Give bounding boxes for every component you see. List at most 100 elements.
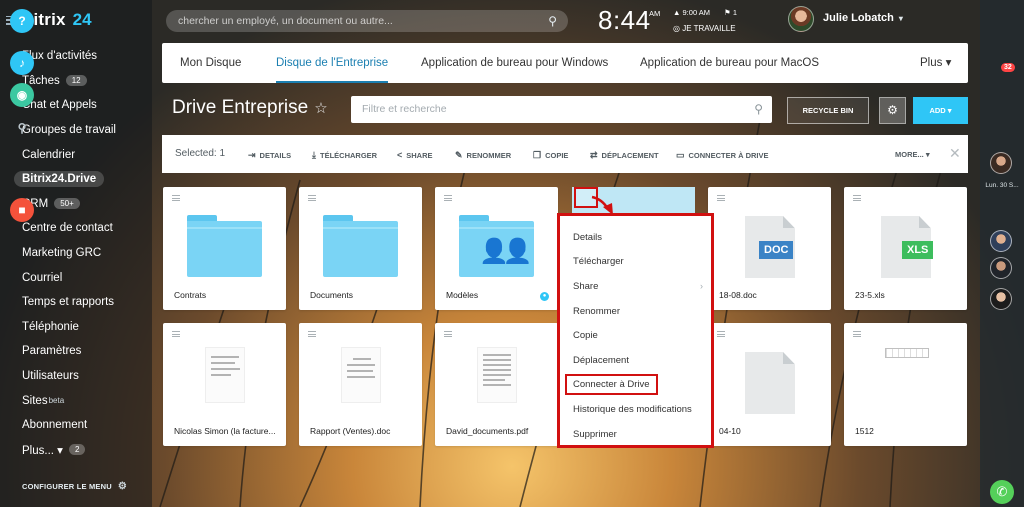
video-icon: ■ xyxy=(18,203,26,217)
card-menu-icon[interactable] xyxy=(853,195,861,201)
rename-action[interactable]: ✎ RENOMMER xyxy=(455,150,511,161)
flag-counter[interactable]: ⚑ 1 xyxy=(724,8,737,17)
search-icon[interactable]: ⚲ xyxy=(548,14,557,28)
filter-search-input[interactable]: Filtre et recherche ⚲ xyxy=(351,96,772,123)
search-icon[interactable]: ⚲ xyxy=(754,102,763,116)
sidebar-item-plus[interactable]: Plus... ▾ 2 xyxy=(0,438,152,463)
file-card-scan[interactable]: Rapport (Ventes).doc xyxy=(299,323,422,446)
clock-ampm: AM xyxy=(649,9,661,18)
card-menu-icon[interactable] xyxy=(172,195,180,201)
chevron-down-icon: ▾ xyxy=(898,14,903,23)
action-toolbar: Selected: 1 ⇥ DETAILS ⤓ TÉLÉCHARGER < SHARE… xyxy=(162,135,968,173)
sidebar-item-label: Plus... ▾ xyxy=(22,444,63,457)
ctx-item-historique[interactable]: Historique des modifications xyxy=(560,397,711,422)
tab-app-windows[interactable]: Application de bureau pour Windows xyxy=(421,43,608,83)
search-placeholder: chercher un employé, un document ou autr… xyxy=(178,15,393,27)
download-icon: ⤓ xyxy=(312,150,316,160)
ctx-item-details[interactable]: Details xyxy=(560,225,711,250)
share-label: SHARE xyxy=(406,150,433,160)
card-menu-icon[interactable] xyxy=(853,331,861,337)
connect-drive-action[interactable]: ▭ CONNECTER À DRIVE xyxy=(676,150,769,161)
settings-button[interactable]: ⚙ xyxy=(879,97,906,124)
rail-search-button[interactable]: ⚲ xyxy=(10,116,34,140)
share-action[interactable]: < SHARE xyxy=(397,150,433,160)
card-menu-icon[interactable] xyxy=(444,331,452,337)
details-action[interactable]: ⇥ DETAILS xyxy=(248,150,291,161)
sidebar-item-utilisateurs[interactable]: Utilisateurs xyxy=(0,364,152,389)
shared-icon: ● xyxy=(540,292,549,301)
file-card-generic[interactable]: 04-10 xyxy=(708,323,831,446)
card-menu-icon[interactable] xyxy=(717,195,725,201)
file-card-doc[interactable]: DOC 18-08.doc xyxy=(708,187,831,310)
file-name: Contrats xyxy=(174,290,207,300)
ctx-item-copie[interactable]: Copie xyxy=(560,323,711,348)
rail-contact-avatar[interactable] xyxy=(990,288,1012,310)
ctx-item-label: Share xyxy=(573,280,599,292)
rename-label: RENOMMER xyxy=(466,151,512,160)
card-menu-icon[interactable] xyxy=(717,331,725,337)
ctx-item-label: Supprimer xyxy=(573,428,617,440)
alarm-reminder[interactable]: ▲ 9:00 AM xyxy=(673,8,710,17)
chat-icon: ◉ xyxy=(16,88,28,102)
ctx-item-deplacement[interactable]: Déplacement xyxy=(560,348,711,373)
sidebar-item-abonnement[interactable]: Abonnement xyxy=(0,413,152,438)
ctx-item-share[interactable]: Share › xyxy=(560,274,711,299)
tab-mon-disque[interactable]: Mon Disque xyxy=(180,43,241,83)
video-call-button[interactable]: ■ xyxy=(10,198,34,222)
tab-disque-entreprise[interactable]: Disque de l'Entreprise xyxy=(276,43,389,83)
download-action[interactable]: ⤓ TÉLÉCHARGER xyxy=(312,150,377,161)
ctx-item-telecharger[interactable]: Télécharger xyxy=(560,250,711,275)
file-card-folder[interactable]: Documents xyxy=(299,187,422,310)
sidebar-item-courriel[interactable]: Courriel xyxy=(0,265,152,290)
move-action[interactable]: ⇄ DÉPLACEMENT xyxy=(590,150,659,161)
help-button[interactable]: ? xyxy=(10,9,34,33)
rail-contact-avatar[interactable] xyxy=(990,230,1012,252)
ctx-item-renommer[interactable]: Renommer xyxy=(560,299,711,324)
card-menu-icon[interactable] xyxy=(172,331,180,337)
global-search-input[interactable]: chercher un employé, un document ou autr… xyxy=(166,10,568,32)
sidebar-item-parametres[interactable]: Paramètres xyxy=(0,339,152,364)
tab-app-macos[interactable]: Application de bureau pour MacOS xyxy=(640,43,819,83)
ctx-item-label: Renommer xyxy=(573,305,620,317)
alarm-time: 9:00 AM xyxy=(682,8,711,17)
file-name: 1512 xyxy=(855,426,874,436)
ctx-item-supprimer[interactable]: Supprimer xyxy=(560,422,711,447)
status-dot-icon: ◎ xyxy=(673,24,683,33)
sidebar-item-label: Téléphonie xyxy=(22,320,79,333)
user-avatar[interactable] xyxy=(788,6,814,32)
sidebar-item-temps[interactable]: Temps et rapports xyxy=(0,290,152,315)
more-actions-button[interactable]: MORE... ▾ xyxy=(895,150,930,159)
sidebar-item-drive[interactable]: Bitrix24.Drive xyxy=(0,167,152,192)
user-menu[interactable]: Julie Lobatch ▾ xyxy=(823,12,903,24)
sidebar-item-telephonie[interactable]: Téléphonie xyxy=(0,315,152,340)
file-card-xls[interactable]: XLS 23-5.xls xyxy=(844,187,967,310)
file-card-table[interactable]: 1512 xyxy=(844,323,967,446)
copy-action[interactable]: ❐ COPIE xyxy=(533,150,568,161)
work-status[interactable]: ◎ JE TRAVAILLE xyxy=(673,24,736,33)
rail-contact-avatar[interactable] xyxy=(990,257,1012,279)
star-icon[interactable]: ☆ xyxy=(314,100,327,117)
notifications-button[interactable]: ♪ xyxy=(10,51,34,75)
sidebar-item-marketing[interactable]: Marketing GRC xyxy=(0,241,152,266)
sidebar-item-sites[interactable]: Sites beta xyxy=(0,388,152,413)
tab-plus[interactable]: Plus ▾ xyxy=(920,43,951,83)
file-card-shared-folder[interactable]: 👤👤 Modèles ● xyxy=(435,187,558,310)
ctx-item-connecter-drive[interactable]: Connecter à Drive xyxy=(560,373,711,398)
pencil-icon: ✎ xyxy=(455,150,463,160)
add-button[interactable]: ADD ▾ xyxy=(913,97,968,124)
file-card-pdf[interactable]: David_documents.pdf xyxy=(435,323,558,446)
recycle-bin-button[interactable]: RECYCLE BIN xyxy=(787,97,869,124)
card-menu-icon[interactable] xyxy=(444,195,452,201)
phone-button[interactable]: ✆ xyxy=(990,480,1014,504)
rail-contact-avatar[interactable] xyxy=(990,152,1012,174)
card-menu-icon[interactable] xyxy=(308,331,316,337)
file-name: Modèles xyxy=(446,290,479,300)
sidebar-item-calendrier[interactable]: Calendrier xyxy=(0,142,152,167)
file-card-folder[interactable]: Contrats xyxy=(163,187,286,310)
configure-menu-link[interactable]: CONFIGURER LE MENU ⚙ xyxy=(22,481,127,492)
file-card-scan[interactable]: Nicolas Simon (la facture... xyxy=(163,323,286,446)
card-menu-icon[interactable] xyxy=(308,195,316,201)
close-icon[interactable]: ✕ xyxy=(949,145,961,162)
messenger-button[interactable]: ◉ xyxy=(10,83,34,107)
alarm-icon: ▲ xyxy=(673,8,683,17)
